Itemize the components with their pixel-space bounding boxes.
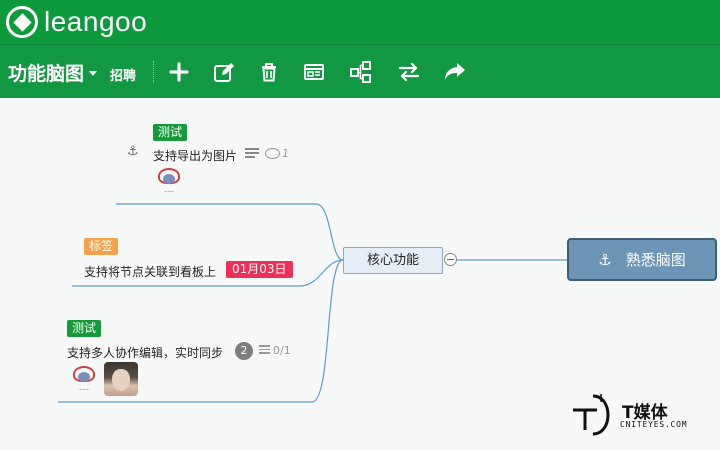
board-toolbar: 功能脑图 招聘: [0, 44, 720, 98]
tree-icon: [350, 61, 371, 83]
anchor-icon: ⚓: [598, 250, 612, 269]
anchor-icon: ⚓: [127, 144, 139, 159]
add-button[interactable]: [166, 59, 192, 85]
brand-name: leangoo: [44, 6, 148, 37]
recruit-link[interactable]: 招聘: [110, 65, 136, 84]
node-text[interactable]: 支持将节点关联到看板上: [84, 263, 216, 280]
checklist-progress[interactable]: 0/1: [259, 344, 291, 357]
card-icon: [304, 64, 324, 80]
trash-icon: [262, 63, 276, 82]
swap-button[interactable]: [396, 59, 422, 85]
watermark: T媒体 CNITEYES.COM: [567, 390, 717, 440]
share-button[interactable]: [442, 59, 468, 85]
node-text[interactable]: 支持导出为图片: [153, 147, 237, 164]
collapse-toggle-icon[interactable]: [444, 253, 457, 266]
checklist-icon: [259, 345, 270, 356]
card-button[interactable]: [301, 59, 327, 85]
node-tag[interactable]: 测试: [67, 320, 102, 337]
chevron-down-icon: [89, 71, 98, 76]
app-header: leangoo: [0, 0, 720, 44]
node-tag[interactable]: 标签: [84, 238, 119, 255]
comment-count[interactable]: 1: [265, 147, 289, 160]
edit-button[interactable]: [211, 59, 237, 85]
watermark-url: CNITEYES.COM: [620, 420, 688, 429]
comment-count-value: 1: [282, 147, 289, 160]
avatar[interactable]: ~~~: [152, 164, 186, 198]
root-node[interactable]: ⚓ 熟悉脑图: [567, 238, 717, 281]
count-badge[interactable]: 2: [235, 342, 253, 360]
edit-icon: [214, 63, 234, 82]
due-date-badge[interactable]: 01月03日: [226, 261, 293, 278]
node-tag[interactable]: 测试: [153, 124, 188, 141]
avatar-photo[interactable]: [104, 362, 138, 396]
plus-icon: [169, 62, 189, 82]
board-title-dropdown[interactable]: 功能脑图: [8, 59, 98, 86]
swap-arrows-icon: [398, 62, 420, 82]
node-text[interactable]: 支持多人协作编辑，实时同步: [67, 344, 223, 361]
toolbar-divider: [153, 61, 154, 83]
mindmap-canvas[interactable]: 测试 ⚓ 支持导出为图片 1 ~~~ 标签 支持将节点关联到看板上 01月03日…: [0, 98, 720, 450]
mid-node[interactable]: 核心功能: [343, 247, 443, 274]
checklist-value: 0/1: [273, 344, 291, 357]
delete-button[interactable]: [256, 59, 282, 85]
leangoo-logo[interactable]: leangoo: [6, 6, 147, 38]
watermark-logo-icon: [573, 394, 610, 436]
board-title: 功能脑图: [8, 63, 85, 85]
leangoo-logo-icon: [6, 6, 38, 38]
share-arrow-icon: [445, 63, 465, 80]
notes-icon[interactable]: [245, 148, 259, 160]
root-node-label: 熟悉脑图: [625, 251, 686, 269]
structure-button[interactable]: [348, 59, 374, 85]
comment-icon: [265, 148, 280, 159]
avatar[interactable]: ~~~: [67, 362, 101, 396]
